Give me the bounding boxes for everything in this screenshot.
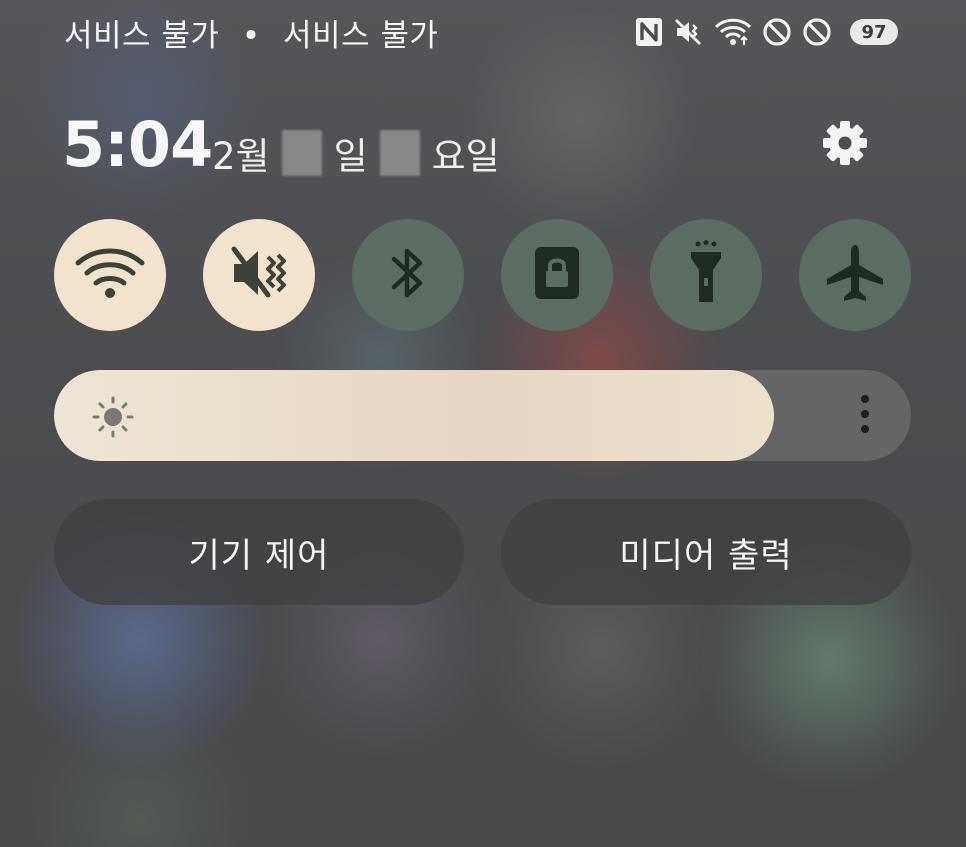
carrier-right: 서비스 불가: [282, 18, 439, 54]
more-vertical-icon[interactable]: [850, 392, 880, 440]
sun-icon: [88, 396, 138, 438]
brightness-slider[interactable]: [54, 370, 911, 461]
carrier-separator: •: [241, 18, 261, 54]
carrier-left: 서비스 불가: [64, 18, 220, 54]
clock-time: 5:04: [62, 108, 213, 181]
flashlight-icon: [686, 240, 726, 310]
do-not-disturb-icon: [802, 17, 832, 47]
nfc-icon: [634, 16, 664, 48]
redacted-weekday: [379, 130, 420, 176]
date-month: 2월: [212, 135, 270, 178]
battery-indicator: 97: [850, 19, 898, 45]
airplane-icon: [823, 241, 887, 309]
mute-icon: [228, 243, 290, 307]
mute-toggle[interactable]: [203, 219, 315, 331]
lock-icon: [533, 245, 581, 305]
bluetooth-icon: [388, 243, 428, 307]
status-icons: 97: [634, 14, 898, 50]
airplane-toggle[interactable]: [799, 219, 911, 331]
wifi-icon: [74, 245, 146, 305]
wifi-toggle[interactable]: [54, 219, 166, 331]
screen-lock-toggle[interactable]: [501, 219, 613, 331]
redacted-day: [281, 130, 322, 176]
gear-icon: [821, 119, 869, 171]
carrier-status: 서비스 불가 • 서비스 불가: [64, 10, 438, 55]
date-day-suffix: 일: [333, 135, 368, 178]
flashlight-toggle[interactable]: [650, 219, 762, 331]
media-output-button[interactable]: 미디어 출력: [501, 499, 911, 605]
wifi-signal-icon: [714, 17, 752, 47]
vibrate-mute-icon: [674, 17, 704, 47]
date-weekday-suffix: 요일: [431, 135, 500, 178]
status-bar: 서비스 불가 • 서비스 불가 97: [0, 0, 966, 64]
date-label: 2월 일 요일: [212, 126, 500, 180]
device-control-button[interactable]: 기기 제어: [54, 499, 464, 605]
bluetooth-toggle[interactable]: [352, 219, 464, 331]
do-not-disturb-icon: [762, 17, 792, 47]
settings-button[interactable]: [818, 118, 872, 172]
brightness-level-fill: [54, 370, 774, 461]
